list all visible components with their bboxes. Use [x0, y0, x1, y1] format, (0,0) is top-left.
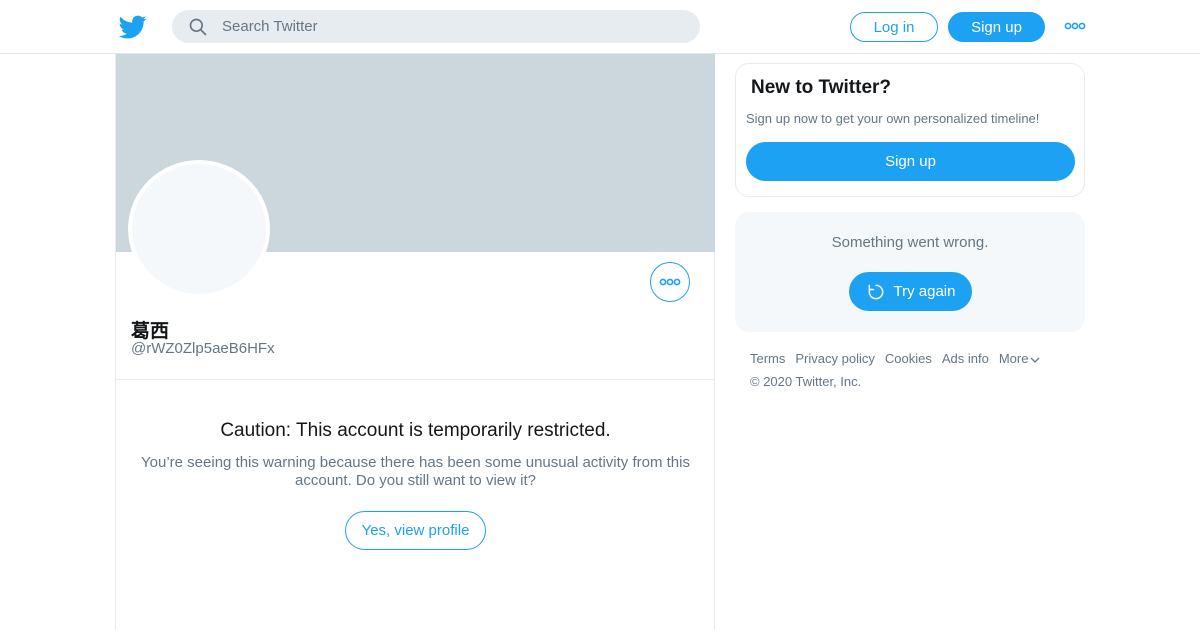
footer-links: Terms Privacy policy Cookies Ads info Mo…	[750, 351, 1085, 366]
profile-handle: @rWZ0Zlp5aeB6HFx	[131, 340, 275, 357]
chevron-down-icon	[1030, 357, 1040, 363]
profile-more-button[interactable]	[650, 262, 690, 302]
warning-text: You’re seeing this warning because there…	[141, 454, 690, 489]
footer-link-ads-info[interactable]: Ads info	[942, 351, 989, 366]
view-profile-button[interactable]: Yes, view profile	[345, 511, 486, 550]
try-again-button[interactable]: Try again	[849, 272, 972, 311]
divider	[116, 379, 715, 380]
footer-link-cookies[interactable]: Cookies	[885, 351, 932, 366]
signup-button[interactable]: Sign up	[948, 12, 1045, 42]
refresh-icon	[868, 284, 883, 299]
sidebar-signup-button[interactable]: Sign up	[746, 142, 1075, 181]
more-options-button[interactable]	[1064, 18, 1086, 34]
footer: Terms Privacy policy Cookies Ads info Mo…	[750, 351, 1085, 389]
search-icon	[189, 18, 207, 35]
display-name: 葛西	[131, 321, 170, 342]
copyright: © 2020 Twitter, Inc.	[750, 374, 862, 389]
error-card: Something went wrong. Try again	[735, 212, 1085, 332]
login-button[interactable]: Log in	[850, 12, 938, 42]
search-input[interactable]	[222, 18, 662, 35]
more-dots-icon	[659, 278, 681, 286]
try-again-label: Try again	[893, 283, 956, 300]
avatar[interactable]	[128, 160, 270, 298]
twitter-bird-icon[interactable]	[119, 13, 147, 41]
search-bar[interactable]	[172, 10, 700, 43]
warning-title: Caution: This account is temporarily res…	[220, 420, 611, 441]
footer-more-label: More	[998, 351, 1029, 366]
profile-column: 葛西 @rWZ0Zlp5aeB6HFx Caution: This accoun…	[115, 54, 715, 630]
signup-card-subtitle: Sign up now to get your own personalized…	[746, 111, 1040, 126]
top-bar: Log in Sign up	[0, 0, 1200, 54]
signup-card: New to Twitter? Sign up now to get your …	[735, 63, 1085, 197]
footer-link-terms[interactable]: Terms	[750, 351, 785, 366]
more-dots-icon	[1064, 22, 1086, 30]
footer-link-privacy[interactable]: Privacy policy	[795, 351, 874, 366]
error-message: Something went wrong.	[831, 234, 989, 251]
footer-link-more[interactable]: More	[999, 351, 1041, 366]
signup-card-title: New to Twitter?	[751, 77, 892, 98]
